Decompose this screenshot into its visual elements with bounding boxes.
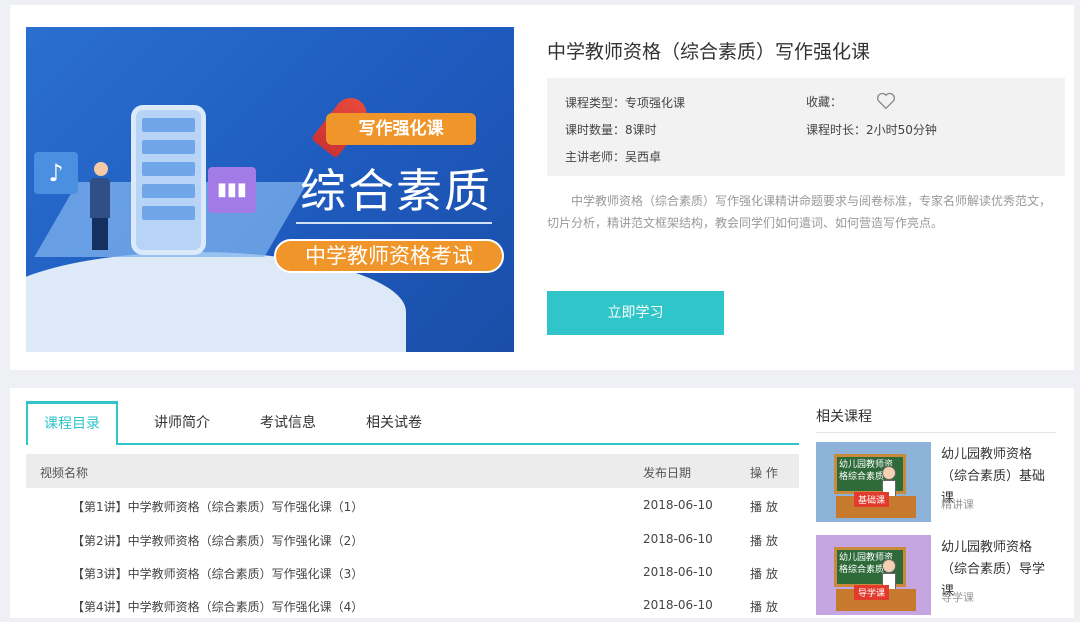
meta-type-label: 课程类型： xyxy=(565,96,626,110)
meta-duration-value: 2小时50分钟 xyxy=(866,123,937,137)
course-detail-card: 课程目录 讲师简介 考试信息 相关试卷 视频名称 发布日期 操 作 【第1讲】中… xyxy=(10,388,1074,618)
play-button[interactable]: 播 放 xyxy=(750,532,778,549)
related-course-item[interactable]: 幼儿园教师资格综合素质 基础课 幼儿园教师资格（综合素质）基础课 精讲课 xyxy=(816,442,1056,522)
column-video-name: 视频名称 xyxy=(40,466,89,480)
meta-favorite-label: 收藏： xyxy=(806,95,843,109)
play-button[interactable]: 播 放 xyxy=(750,598,778,615)
banner-tag: 写作强化课 xyxy=(326,113,476,145)
meta-type-value: 专项强化课 xyxy=(625,96,686,110)
meta-teacher-label: 主讲老师： xyxy=(565,150,626,164)
desk: 基础课 xyxy=(836,492,916,518)
desk-label: 基础课 xyxy=(854,492,890,507)
person-illustration xyxy=(90,162,112,252)
video-name[interactable]: 【第2讲】中学教师资格（综合素质）写作强化课（2） xyxy=(72,532,363,549)
tab-exam-info[interactable]: 考试信息 xyxy=(252,401,324,445)
course-banner-image: ♪ ▮▮▮ 写作强化课 综合素质 中学教师资格考试 xyxy=(26,27,514,352)
course-header-card: ♪ ▮▮▮ 写作强化课 综合素质 中学教师资格考试 中学教师资格（综合素质）写作… xyxy=(10,5,1074,370)
music-note-icon: ♪ xyxy=(34,152,78,194)
meta-teacher-value: 吴西卓 xyxy=(625,150,662,164)
related-courses-title: 相关课程 xyxy=(816,409,872,425)
tab-related-papers[interactable]: 相关试卷 xyxy=(358,401,430,445)
tab-catalog[interactable]: 课程目录 xyxy=(26,401,118,445)
phone-illustration xyxy=(131,105,206,255)
study-now-button[interactable]: 立即学习 xyxy=(547,291,724,335)
table-row: 【第1讲】中学教师资格（综合素质）写作强化课（1） 2018-06-10 播 放 xyxy=(26,488,799,522)
meta-hours-value: 8课时 xyxy=(625,123,657,137)
course-meta: 课程类型：专项强化课 收藏： 课时数量：8课时 课程时长：2小时50分钟 主讲老… xyxy=(547,78,1065,176)
related-course-item[interactable]: 幼儿园教师资格综合素质 导学课 幼儿园教师资格（综合素质）导学课 导学课 xyxy=(816,535,1056,615)
related-course-type: 精讲课 xyxy=(941,498,974,511)
meta-hours-label: 课时数量： xyxy=(565,123,626,137)
related-course-thumbnail[interactable]: 幼儿园教师资格综合素质 导学课 xyxy=(816,535,931,615)
meta-duration-label: 课程时长： xyxy=(806,123,867,137)
video-name[interactable]: 【第4讲】中学教师资格（综合素质）写作强化课（4） xyxy=(72,598,363,615)
banner-divider xyxy=(296,222,492,224)
meta-hours: 课时数量：8课时 xyxy=(565,121,657,138)
chart-bars-icon: ▮▮▮ xyxy=(208,167,256,213)
table-row: 【第4讲】中学教师资格（综合素质）写作强化课（4） 2018-06-10 播 放 xyxy=(26,588,799,622)
column-publish-date: 发布日期 xyxy=(643,466,692,480)
video-date: 2018-06-10 xyxy=(643,565,713,579)
video-date: 2018-06-10 xyxy=(643,532,713,546)
table-header: 视频名称 发布日期 操 作 xyxy=(26,454,799,488)
column-action: 操 作 xyxy=(750,466,778,480)
video-name[interactable]: 【第1讲】中学教师资格（综合素质）写作强化课（1） xyxy=(72,498,363,515)
desk-label: 导学课 xyxy=(854,585,890,600)
meta-type: 课程类型：专项强化课 xyxy=(565,94,685,111)
table-row: 【第3讲】中学教师资格（综合素质）写作强化课（3） 2018-06-10 播 放 xyxy=(26,555,799,589)
banner-headline: 综合素质 xyxy=(300,164,492,218)
tab-bar: 课程目录 讲师简介 考试信息 相关试卷 xyxy=(26,401,799,445)
banner-exam-label: 中学教师资格考试 xyxy=(274,239,504,273)
heart-icon[interactable] xyxy=(876,92,896,110)
play-button[interactable]: 播 放 xyxy=(750,565,778,582)
video-name[interactable]: 【第3讲】中学教师资格（综合素质）写作强化课（3） xyxy=(72,565,363,582)
desk: 导学课 xyxy=(836,585,916,611)
video-date: 2018-06-10 xyxy=(643,598,713,612)
meta-teacher: 主讲老师：吴西卓 xyxy=(565,148,661,165)
play-button[interactable]: 播 放 xyxy=(750,498,778,515)
meta-duration: 课程时长：2小时50分钟 xyxy=(806,121,937,138)
meta-favorite: 收藏： xyxy=(806,92,896,110)
video-date: 2018-06-10 xyxy=(643,498,713,512)
course-title: 中学教师资格（综合素质）写作强化课 xyxy=(547,41,871,63)
related-course-thumbnail[interactable]: 幼儿园教师资格综合素质 基础课 xyxy=(816,442,931,522)
tab-teacher[interactable]: 讲师简介 xyxy=(146,401,218,445)
course-description: 中学教师资格（综合素质）写作强化课精讲命题要求与阅卷标准，专家名师解读优秀范文，… xyxy=(547,194,1052,230)
related-divider xyxy=(816,432,1056,433)
related-course-type: 导学课 xyxy=(941,591,974,604)
table-row: 【第2讲】中学教师资格（综合素质）写作强化课（2） 2018-06-10 播 放 xyxy=(26,522,799,556)
